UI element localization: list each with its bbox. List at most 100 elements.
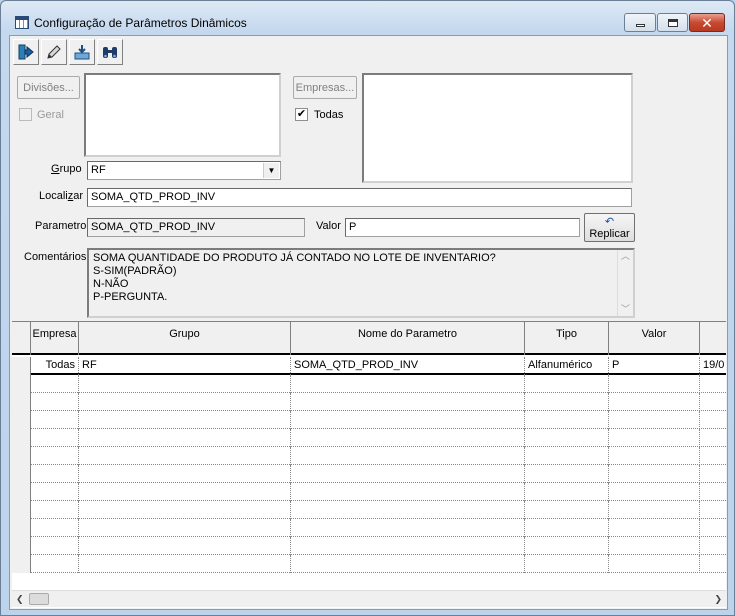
empty-table-row[interactable] (12, 555, 726, 573)
empty-cell[interactable] (525, 465, 609, 483)
edit-button[interactable] (41, 39, 67, 65)
empty-cell[interactable] (609, 447, 700, 465)
row-indicator[interactable] (12, 411, 31, 429)
scrollbar-thumb[interactable] (29, 593, 49, 605)
replicar-button[interactable]: ↶ Replicar (584, 213, 635, 242)
cell-valor[interactable]: P (609, 357, 700, 375)
row-indicator[interactable] (12, 375, 31, 393)
empty-cell[interactable] (79, 483, 291, 501)
empty-cell[interactable] (609, 519, 700, 537)
row-indicator[interactable] (12, 429, 31, 447)
empty-table-row[interactable] (12, 447, 726, 465)
comentarios-memo[interactable]: SOMA QUANTIDADE DO PRODUTO JÁ CONTADO NO… (87, 248, 635, 318)
empty-cell[interactable] (525, 519, 609, 537)
empty-cell[interactable] (609, 411, 700, 429)
row-indicator[interactable] (12, 447, 31, 465)
row-indicator[interactable] (12, 537, 31, 555)
empty-cell[interactable] (79, 537, 291, 555)
empty-cell[interactable] (525, 429, 609, 447)
divisoes-list[interactable] (84, 73, 281, 157)
empty-cell[interactable] (700, 465, 726, 483)
table-row[interactable]: Todas RF SOMA_QTD_PROD_INV Alfanumérico … (12, 357, 726, 375)
title-bar[interactable]: Configuração de Parâmetros Dinâmicos ✕ (1, 1, 734, 33)
empty-cell[interactable] (525, 375, 609, 393)
empty-cell[interactable] (79, 375, 291, 393)
empty-cell[interactable] (700, 501, 726, 519)
empty-cell[interactable] (525, 393, 609, 411)
empty-cell[interactable] (79, 555, 291, 573)
minimize-button[interactable] (624, 13, 656, 32)
search-button[interactable] (97, 39, 123, 65)
empty-cell[interactable] (79, 501, 291, 519)
empty-cell[interactable] (291, 465, 525, 483)
empty-cell[interactable] (609, 429, 700, 447)
divisoes-button[interactable]: Divisões... (17, 76, 80, 99)
row-indicator[interactable] (12, 393, 31, 411)
empty-cell[interactable] (31, 375, 79, 393)
empty-cell[interactable] (700, 429, 726, 447)
empty-table-row[interactable] (12, 483, 726, 501)
empty-cell[interactable] (291, 393, 525, 411)
empty-cell[interactable] (31, 411, 79, 429)
maximize-button[interactable] (657, 13, 688, 32)
empty-cell[interactable] (31, 501, 79, 519)
valor-input[interactable]: P (345, 218, 580, 237)
cell-data[interactable]: 19/0 (700, 357, 726, 375)
column-header-tipo[interactable]: Tipo (525, 322, 609, 355)
empty-cell[interactable] (525, 501, 609, 519)
row-indicator[interactable] (12, 483, 31, 501)
empty-cell[interactable] (31, 393, 79, 411)
empty-cell[interactable] (79, 447, 291, 465)
import-button[interactable] (69, 39, 95, 65)
empty-cell[interactable] (700, 483, 726, 501)
empty-cell[interactable] (291, 411, 525, 429)
empty-cell[interactable] (609, 483, 700, 501)
geral-checkbox[interactable] (19, 108, 32, 121)
empty-cell[interactable] (291, 375, 525, 393)
column-header-nome[interactable]: Nome do Parametro (291, 322, 525, 355)
row-indicator[interactable] (12, 501, 31, 519)
empty-cell[interactable] (609, 465, 700, 483)
empty-cell[interactable] (700, 393, 726, 411)
empty-cell[interactable] (291, 537, 525, 555)
empty-cell[interactable] (31, 483, 79, 501)
chevron-right-icon[interactable]: ❯ (714, 594, 722, 605)
empty-cell[interactable] (291, 519, 525, 537)
empty-cell[interactable] (291, 501, 525, 519)
empty-cell[interactable] (700, 537, 726, 555)
row-indicator[interactable] (12, 519, 31, 537)
empty-cell[interactable] (31, 465, 79, 483)
empty-cell[interactable] (79, 393, 291, 411)
empresas-list[interactable] (362, 73, 633, 183)
cell-empresa[interactable]: Todas (31, 357, 79, 375)
empty-cell[interactable] (525, 447, 609, 465)
empty-cell[interactable] (609, 555, 700, 573)
column-header-grupo[interactable]: Grupo (79, 322, 291, 355)
empty-cell[interactable] (609, 537, 700, 555)
empty-cell[interactable] (700, 411, 726, 429)
row-indicator[interactable] (12, 357, 31, 375)
empty-table-row[interactable] (12, 411, 726, 429)
empty-cell[interactable] (31, 447, 79, 465)
column-header-extra[interactable] (700, 322, 726, 355)
empty-cell[interactable] (609, 393, 700, 411)
cell-tipo[interactable]: Alfanumérico (525, 357, 609, 375)
memo-scrollbar[interactable]: ︿ ﹀ (617, 250, 633, 316)
cell-grupo[interactable]: RF (79, 357, 291, 375)
empty-cell[interactable] (31, 537, 79, 555)
empty-cell[interactable] (609, 375, 700, 393)
empty-cell[interactable] (291, 447, 525, 465)
chevron-left-icon[interactable]: ❮ (16, 594, 24, 605)
empty-cell[interactable] (291, 483, 525, 501)
localizar-input[interactable]: SOMA_QTD_PROD_INV (87, 188, 632, 207)
empty-cell[interactable] (31, 519, 79, 537)
chevron-down-icon[interactable]: ▼ (263, 163, 279, 178)
empty-cell[interactable] (609, 501, 700, 519)
empty-cell[interactable] (291, 429, 525, 447)
chevron-down-icon[interactable]: ﹀ (621, 303, 630, 316)
empty-cell[interactable] (700, 555, 726, 573)
row-indicator[interactable] (12, 555, 31, 573)
empty-table-row[interactable] (12, 537, 726, 555)
empty-cell[interactable] (79, 411, 291, 429)
cell-nome[interactable]: SOMA_QTD_PROD_INV (291, 357, 525, 375)
